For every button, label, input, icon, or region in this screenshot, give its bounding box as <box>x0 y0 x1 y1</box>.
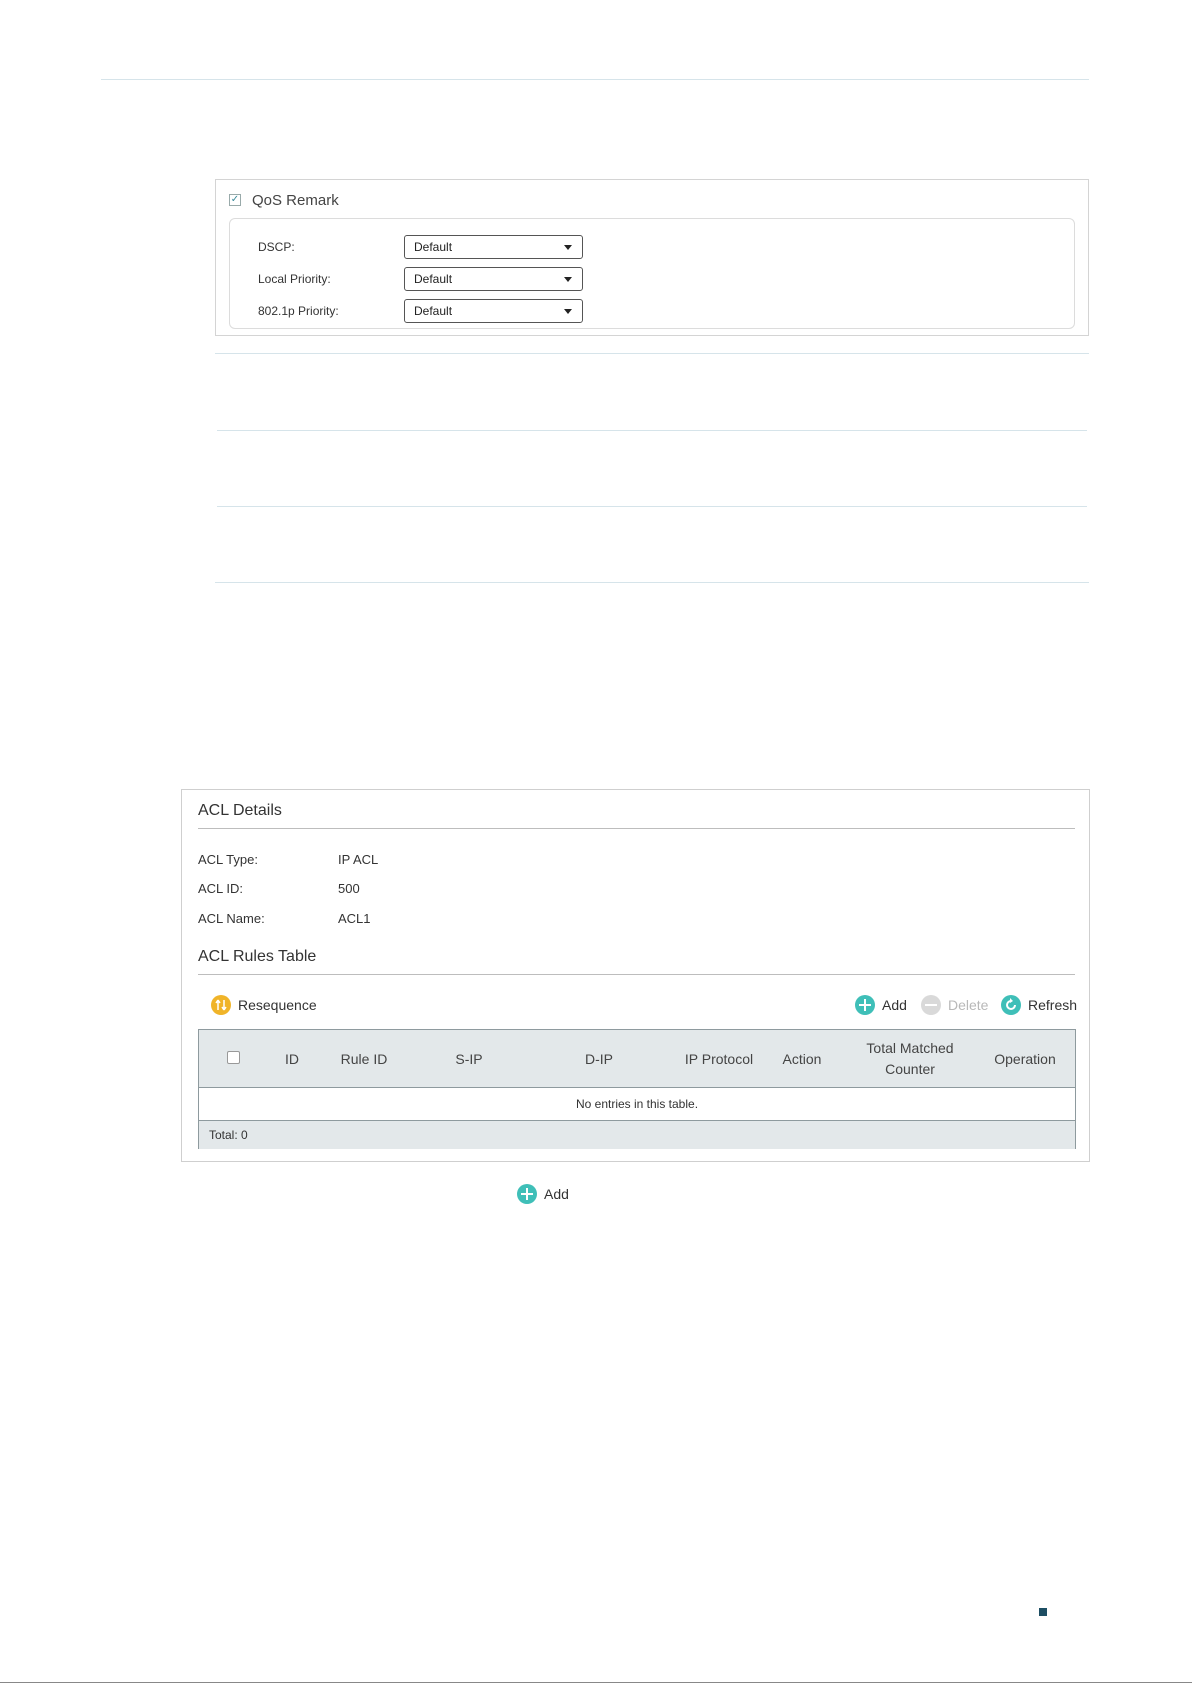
col-total-matched: Total Matched <box>866 1040 954 1056</box>
8021p-priority-select[interactable]: Default <box>404 299 583 323</box>
local-priority-value: Default <box>414 272 453 286</box>
qos-remark-checkbox[interactable]: ✓ <box>229 194 241 206</box>
refresh-label: Refresh <box>1028 997 1078 1013</box>
acl-name-label: ACL Name: <box>198 911 265 926</box>
divider-1 <box>215 353 1089 354</box>
acl-details-rule <box>198 828 1075 829</box>
col-rule-id: Rule ID <box>340 1051 388 1067</box>
top-divider <box>101 79 1089 80</box>
divider-2 <box>217 430 1087 431</box>
acl-id-value: 500 <box>338 881 360 896</box>
local-priority-select[interactable]: Default <box>404 267 583 291</box>
add-button[interactable]: Add <box>855 995 911 1017</box>
resequence-button[interactable]: Resequence <box>211 995 321 1017</box>
footer-rule <box>0 1682 1192 1683</box>
acl-rules-table-title: ACL Rules Table <box>198 948 317 965</box>
table-footer: Total: 0 <box>199 1120 1075 1149</box>
acl-details-panel: ACL Details ACL Type: IP ACL ACL ID: 500… <box>181 789 1090 1162</box>
chevron-down-icon <box>564 309 572 314</box>
page-marker <box>1039 1608 1047 1616</box>
table-total: Total: 0 <box>209 1128 248 1142</box>
col-d-ip: D-IP <box>585 1051 613 1067</box>
refresh-icon <box>1001 995 1021 1015</box>
empty-table-message: No entries in this table. <box>575 1097 699 1111</box>
chevron-down-icon <box>564 277 572 282</box>
col-operation: Operation <box>994 1051 1056 1067</box>
col-ip-protocol: IP Protocol <box>684 1051 754 1067</box>
8021p-priority-label: 802.1p Priority: <box>258 304 339 318</box>
add-label: Add <box>882 997 907 1013</box>
select-all-checkbox[interactable] <box>227 1051 240 1064</box>
dscp-select[interactable]: Default <box>404 235 583 259</box>
col-id: ID <box>285 1051 299 1067</box>
plus-circle-icon <box>517 1184 537 1204</box>
qos-remark-title: QoS Remark <box>252 192 339 209</box>
dscp-label: DSCP: <box>258 240 295 254</box>
col-counter: Counter <box>885 1061 935 1077</box>
local-priority-label: Local Priority: <box>258 272 331 286</box>
bottom-add-label: Add <box>544 1186 569 1202</box>
chevron-down-icon <box>564 245 572 250</box>
minus-circle-icon <box>921 995 941 1015</box>
acl-details-title: ACL Details <box>198 802 282 819</box>
divider-4 <box>215 582 1089 583</box>
acl-type-value: IP ACL <box>338 852 379 867</box>
delete-button[interactable]: Delete <box>921 995 991 1017</box>
acl-type-label: ACL Type: <box>198 852 258 867</box>
refresh-button[interactable]: Refresh <box>1001 995 1079 1017</box>
delete-label: Delete <box>948 997 989 1013</box>
dscp-value: Default <box>414 240 453 254</box>
divider-3 <box>217 506 1087 507</box>
acl-rules-table: ID Rule ID S-IP D-IP IP Protocol Action … <box>198 1029 1076 1149</box>
col-s-ip: S-IP <box>455 1051 483 1067</box>
table-header: ID Rule ID S-IP D-IP IP Protocol Action … <box>199 1030 1075 1088</box>
acl-rules-rule <box>198 974 1075 975</box>
qos-remark-panel: ✓ QoS Remark DSCP: Default Local Priorit… <box>215 179 1089 336</box>
qos-remark-fields: DSCP: Default Local Priority: Default 80… <box>229 218 1075 329</box>
bottom-add-button[interactable]: Add <box>517 1184 581 1206</box>
resequence-icon <box>211 995 231 1015</box>
resequence-label: Resequence <box>238 997 317 1013</box>
8021p-priority-value: Default <box>414 304 453 318</box>
acl-name-value: ACL1 <box>338 911 371 926</box>
acl-id-label: ACL ID: <box>198 881 244 896</box>
col-action: Action <box>782 1051 822 1067</box>
plus-circle-icon <box>855 995 875 1015</box>
